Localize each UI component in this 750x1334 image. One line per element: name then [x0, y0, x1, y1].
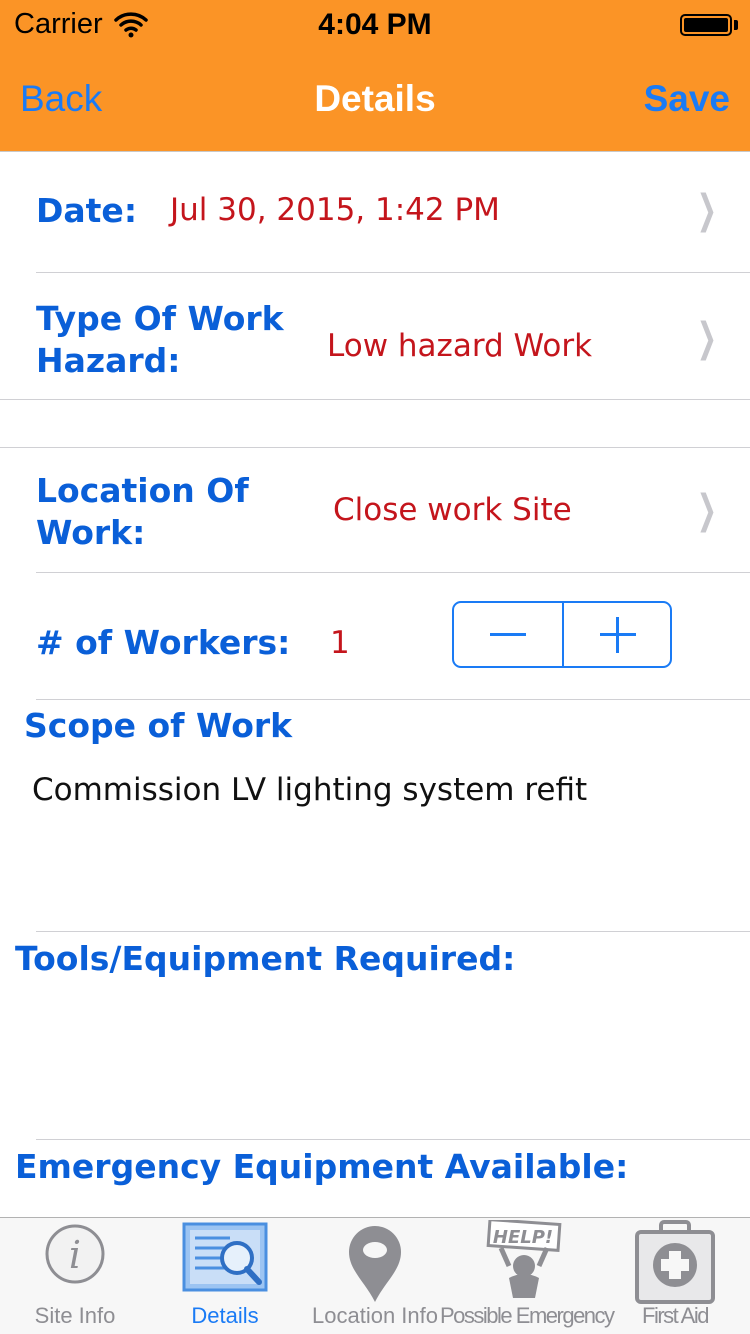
workers-count: 1 [330, 625, 350, 661]
tab-label: First Aid [642, 1303, 709, 1328]
info-icon: i [45, 1224, 105, 1284]
tab-possible-emergency[interactable]: HELP! Possible Emergency [440, 1218, 615, 1334]
tab-label: Possible Emergency [440, 1303, 615, 1328]
magnifier-document-icon [182, 1222, 268, 1292]
tab-label: Site Info [34, 1303, 116, 1328]
decrement-button[interactable] [454, 603, 562, 666]
chevron-right-icon: ❯ [696, 315, 717, 361]
svg-text:HELP!: HELP! [493, 1227, 553, 1248]
help-sign-icon: HELP! [486, 1220, 562, 1298]
battery-icon [680, 14, 732, 36]
scope-of-work-textarea[interactable]: Commission LV lighting system refit [32, 770, 722, 810]
save-button[interactable]: Save [644, 78, 730, 120]
location-label: Location Of Work: [36, 471, 249, 552]
tab-site-info[interactable]: i Site Info [0, 1218, 150, 1334]
status-time: 4:04 PM [318, 8, 432, 41]
row-divider [36, 931, 750, 932]
back-button[interactable]: Back [20, 78, 102, 120]
svg-text:i: i [69, 1233, 81, 1277]
tab-location-info[interactable]: Location Info [300, 1218, 450, 1334]
chevron-right-icon: ❯ [696, 487, 717, 533]
tab-first-aid[interactable]: First Aid [600, 1218, 750, 1334]
row-divider [36, 699, 750, 700]
workers-stepper[interactable] [452, 601, 672, 668]
workers-label: # of Workers: [36, 623, 291, 662]
chevron-right-icon: ❯ [696, 187, 717, 233]
tab-label: Details [191, 1303, 259, 1328]
emergency-equipment-label: Emergency Equipment Available: [15, 1147, 629, 1186]
date-value: Jul 30, 2015, 1:42 PM [170, 192, 500, 228]
row-divider [36, 572, 750, 573]
tools-equipment-label: Tools/Equipment Required: [15, 939, 516, 978]
minus-icon [490, 633, 526, 636]
work-hazard-value: Low hazard Work [327, 328, 593, 364]
battery-tip [734, 20, 738, 30]
section-gap [0, 400, 750, 448]
scope-of-work-label: Scope of Work [24, 706, 293, 745]
row-divider [36, 1139, 750, 1140]
plus-icon-vertical [616, 617, 619, 653]
work-hazard-label: Type Of Work Hazard: [36, 299, 284, 380]
first-aid-kit-icon [635, 1220, 715, 1304]
tab-label: Location Info [312, 1303, 438, 1328]
tab-bar: i Site Info Details Location Info HELP! [0, 1217, 750, 1334]
date-label: Date: [36, 191, 138, 230]
increment-button[interactable] [564, 603, 672, 666]
tab-details[interactable]: Details [150, 1218, 300, 1334]
map-pin-icon [349, 1226, 401, 1302]
tools-equipment-textarea[interactable] [15, 990, 735, 1130]
location-value: Close work Site [333, 492, 572, 528]
